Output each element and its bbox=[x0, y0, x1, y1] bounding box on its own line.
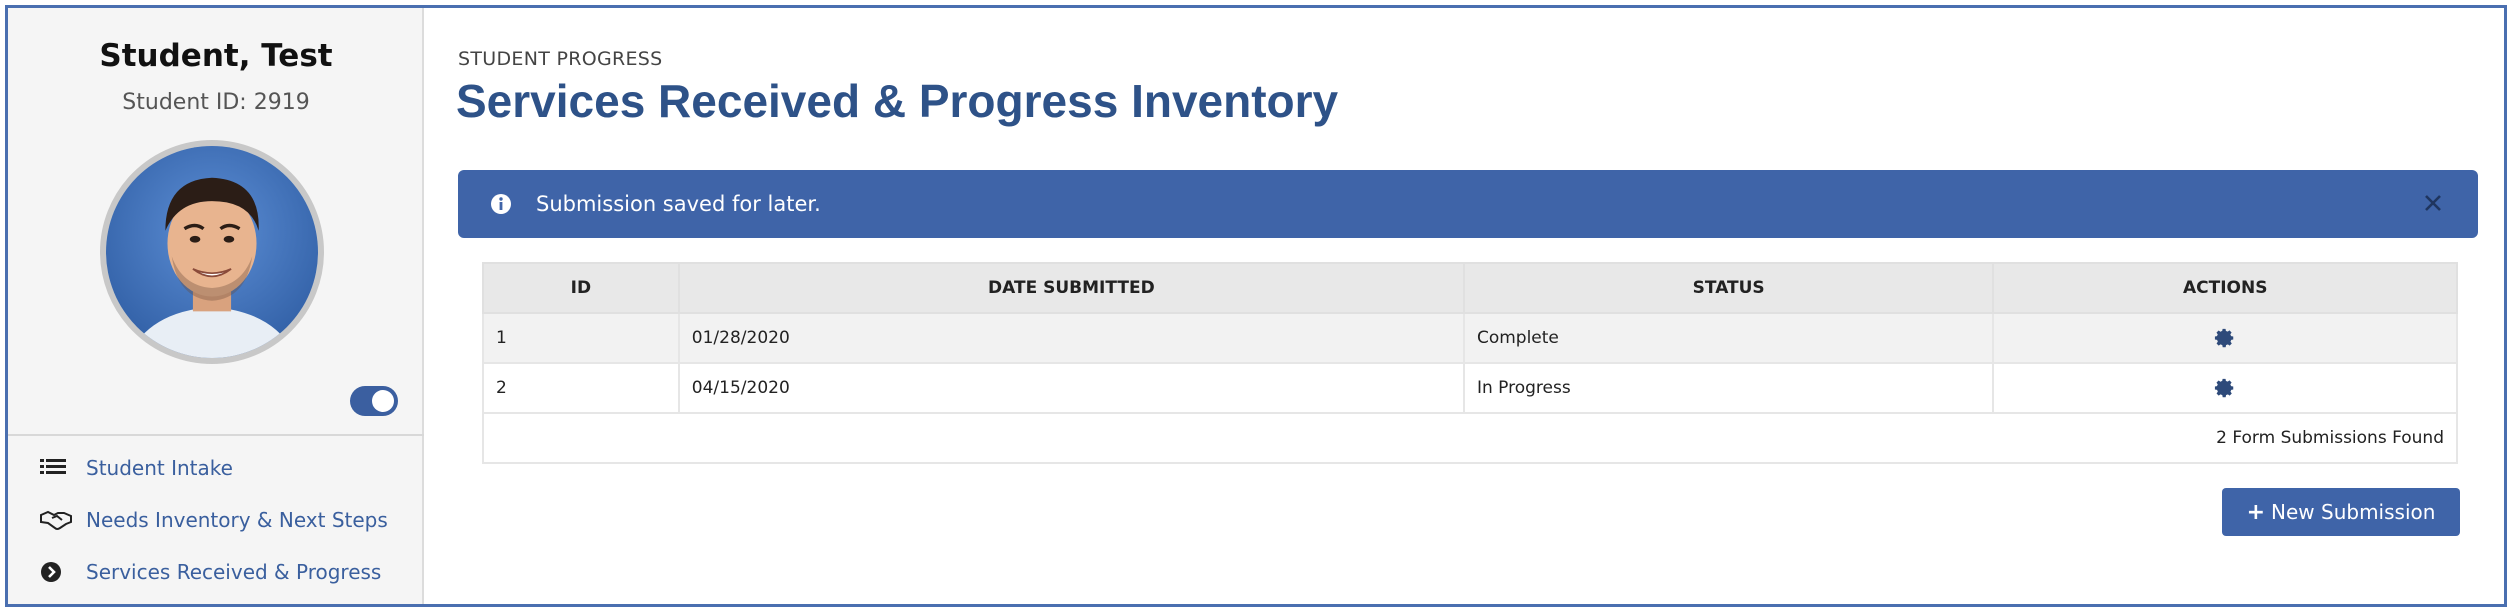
avatar-photo bbox=[106, 146, 318, 358]
list-icon bbox=[40, 458, 76, 478]
table-header-row: ID DATE SUBMITTED STATUS ACTIONS bbox=[482, 262, 2458, 314]
info-icon bbox=[491, 194, 511, 214]
gear-icon[interactable] bbox=[2214, 377, 2236, 399]
column-header-id: ID bbox=[482, 262, 680, 314]
table-row: 2 04/15/2020 In Progress bbox=[482, 362, 2458, 414]
gear-icon[interactable] bbox=[2214, 327, 2236, 349]
submissions-table: ID DATE SUBMITTED STATUS ACTIONS 1 01/28… bbox=[482, 262, 2458, 464]
table-row: 1 01/28/2020 Complete bbox=[482, 312, 2458, 364]
plus-icon: + bbox=[2246, 499, 2266, 525]
handshake-icon bbox=[40, 509, 76, 531]
sidebar-item-label: Needs Inventory & Next Steps bbox=[86, 508, 388, 532]
alert-banner: Submission saved for later. bbox=[458, 170, 2478, 238]
column-header-actions: ACTIONS bbox=[1992, 262, 2458, 314]
table-footer-row: 2 Form Submissions Found bbox=[482, 412, 2458, 464]
sidebar-divider bbox=[8, 434, 424, 436]
page-title: Services Received & Progress Inventory bbox=[456, 75, 1339, 127]
new-submission-label: New Submission bbox=[2271, 500, 2436, 524]
breadcrumb: STUDENT PROGRESS bbox=[458, 48, 663, 70]
toggle-knob bbox=[372, 390, 394, 412]
cell-id: 2 bbox=[482, 362, 680, 414]
avatar bbox=[100, 140, 324, 364]
column-header-status: STATUS bbox=[1462, 262, 1995, 314]
app-frame: Student, Test Student ID: 2919 Student I… bbox=[5, 5, 2507, 607]
sidebar-item-needs-inventory[interactable]: Needs Inventory & Next Steps bbox=[40, 502, 388, 538]
alert-message: Submission saved for later. bbox=[536, 192, 821, 216]
sidebar: Student, Test Student ID: 2919 Student I… bbox=[8, 8, 424, 604]
cell-actions bbox=[1992, 362, 2458, 414]
new-submission-button[interactable]: + New Submission bbox=[2222, 488, 2460, 536]
close-icon[interactable] bbox=[2422, 192, 2444, 214]
cell-date: 01/28/2020 bbox=[677, 312, 1465, 364]
cell-status: In Progress bbox=[1462, 362, 1995, 414]
chevron-circle-right-icon bbox=[40, 561, 76, 583]
cell-status: Complete bbox=[1462, 312, 1995, 364]
sidebar-item-services-received[interactable]: Services Received & Progress bbox=[40, 554, 381, 590]
cell-id: 1 bbox=[482, 312, 680, 364]
column-header-date: DATE SUBMITTED bbox=[677, 262, 1465, 314]
sidebar-item-label: Services Received & Progress bbox=[86, 560, 382, 584]
sidebar-toggle[interactable] bbox=[350, 386, 398, 416]
student-name: Student, Test bbox=[99, 38, 333, 74]
submissions-count: 2 Form Submissions Found bbox=[482, 412, 2458, 464]
student-id: Student ID: 2919 bbox=[122, 90, 310, 115]
cell-date: 04/15/2020 bbox=[677, 362, 1465, 414]
sidebar-item-student-intake[interactable]: Student Intake bbox=[40, 450, 233, 486]
sidebar-item-label: Student Intake bbox=[86, 456, 233, 480]
cell-actions bbox=[1992, 312, 2458, 364]
